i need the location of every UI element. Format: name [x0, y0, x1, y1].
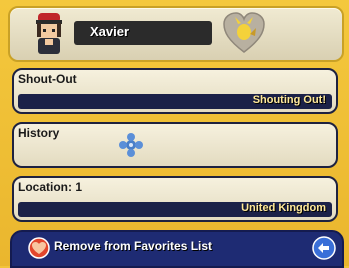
shout-out-row[interactable]: Shout-Out Shouting Out! [12, 68, 338, 114]
location-row[interactable]: Location: 1 United Kingdom [12, 176, 338, 222]
shout-out-value-bar: Shouting Out! [18, 94, 332, 109]
location-value: United Kingdom [241, 202, 326, 214]
remove-from-favorites-button[interactable]: Remove from Favorites List [12, 232, 292, 266]
footer-bar: Remove from Favorites List [10, 230, 344, 268]
history-label: History [18, 126, 60, 140]
shout-out-label: Shout-Out [18, 72, 77, 86]
history-ribbon-icon [119, 133, 143, 157]
profile-header: Xavier [8, 6, 344, 62]
history-row[interactable]: History [12, 122, 338, 168]
trainer-avatar-icon [36, 13, 62, 54]
player-name-plate: Xavier [74, 21, 212, 45]
location-value-bar: United Kingdom [18, 202, 332, 217]
profile-screen: Xavier Shout-Out Shouting Out! History L… [0, 0, 349, 268]
shout-out-value: Shouting Out! [252, 94, 326, 106]
back-arrow-icon[interactable] [312, 236, 336, 260]
player-name: Xavier [90, 24, 130, 39]
heart-pokemon-icon [223, 12, 265, 53]
location-label: Location: 1 [18, 180, 83, 194]
remove-from-favorites-label: Remove from Favorites List [54, 239, 213, 253]
remove-favorite-icon [28, 237, 50, 259]
